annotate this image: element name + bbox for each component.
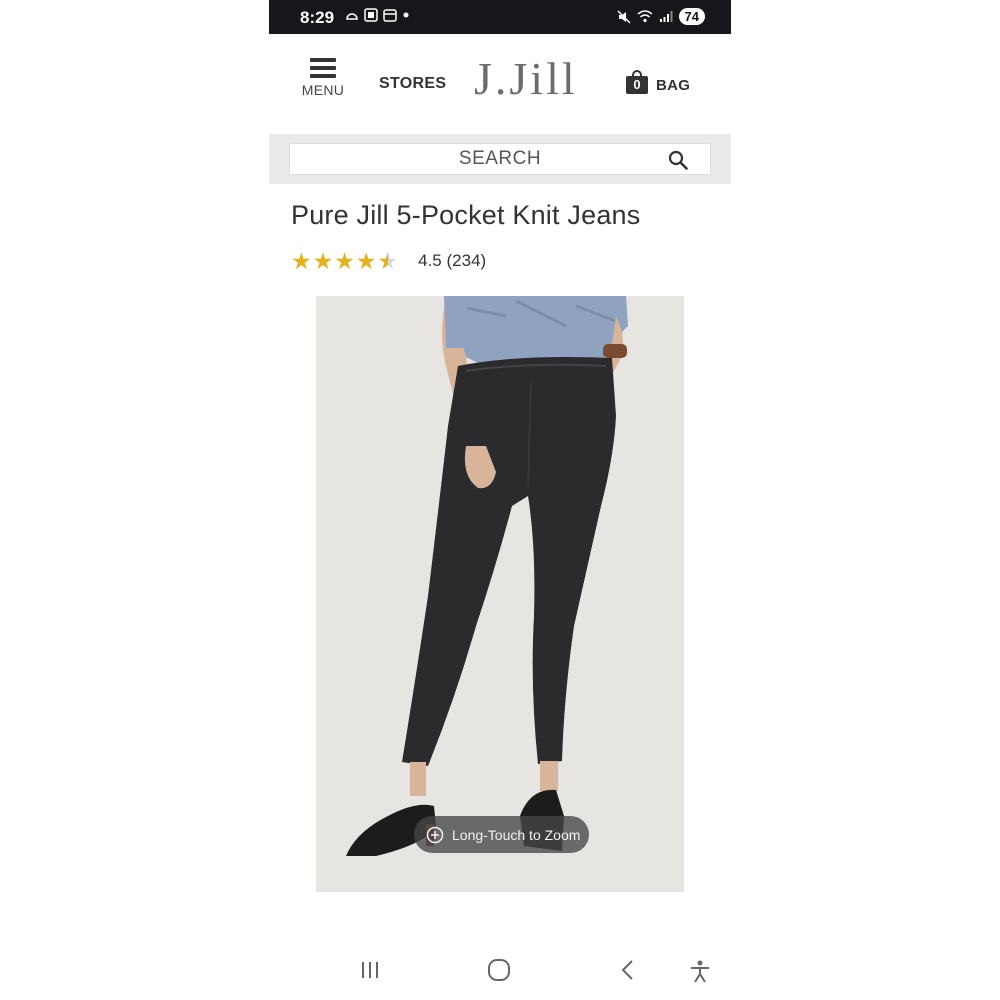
status-right-icons: 74 [617, 8, 705, 25]
status-notification-icons [345, 8, 410, 22]
calendar-icon [383, 9, 397, 22]
rating-summary: 4.5 (234) [418, 251, 486, 271]
accessibility-icon[interactable] [689, 959, 711, 983]
star-icon: ★ [355, 248, 377, 274]
cloud-icon [346, 13, 358, 20]
half-star-icon: ★ [378, 249, 399, 273]
recent-apps-icon[interactable] [359, 959, 381, 981]
menu-button[interactable]: MENU [301, 58, 345, 98]
system-nav-bar [269, 945, 731, 1000]
bag-label: BAG [656, 76, 691, 94]
magnifier-icon[interactable] [668, 150, 688, 170]
rating-value: 4.5 [418, 251, 442, 270]
jjill-logo[interactable]: J.Jill [474, 52, 578, 105]
product-title: Pure Jill 5-Pocket Knit Jeans [291, 200, 641, 230]
wifi-icon [637, 10, 653, 23]
star-icon: ★ [291, 248, 312, 274]
product-rating[interactable]: ★ ★ ★ ★ ★ 4.5 (234) [291, 249, 486, 273]
home-icon[interactable] [487, 959, 511, 981]
status-time: 8:29 [300, 8, 335, 27]
zoom-hint-text: Long-Touch to Zoom [452, 826, 581, 843]
rating-stars: ★ ★ ★ ★ ★ [291, 249, 398, 273]
menu-label: MENU [301, 82, 345, 98]
hamburger-icon [310, 58, 336, 78]
shopping-bag-icon: 0 [626, 70, 648, 94]
plus-circle-icon [426, 826, 444, 843]
site-header: MENU STORES J.Jill 0 BAG [269, 34, 731, 134]
search-input[interactable] [290, 144, 710, 174]
bag-count: 0 [626, 76, 648, 94]
star-icon: ★ [312, 248, 334, 274]
phone-screen: 8:29 74 MENU STORES J.Jill 0 BAG SEARCH … [269, 0, 731, 1000]
dot-icon [403, 12, 409, 18]
bag-button[interactable]: 0 BAG [626, 70, 690, 94]
back-icon[interactable] [619, 959, 637, 981]
zoom-hint: Long-Touch to Zoom [414, 816, 589, 853]
search-box [289, 143, 711, 175]
signal-icon [659, 11, 673, 22]
product-image[interactable]: Long-Touch to Zoom [316, 296, 684, 892]
product-photo [316, 296, 684, 892]
search-bar [269, 134, 731, 184]
status-bar: 8:29 74 [269, 0, 731, 34]
screenshot-icon [364, 8, 378, 22]
stores-link[interactable]: STORES [379, 75, 446, 93]
star-icon: ★ [334, 248, 355, 274]
battery-indicator: 74 [678, 8, 705, 25]
mute-icon [617, 9, 631, 24]
rating-count: (234) [446, 251, 487, 270]
